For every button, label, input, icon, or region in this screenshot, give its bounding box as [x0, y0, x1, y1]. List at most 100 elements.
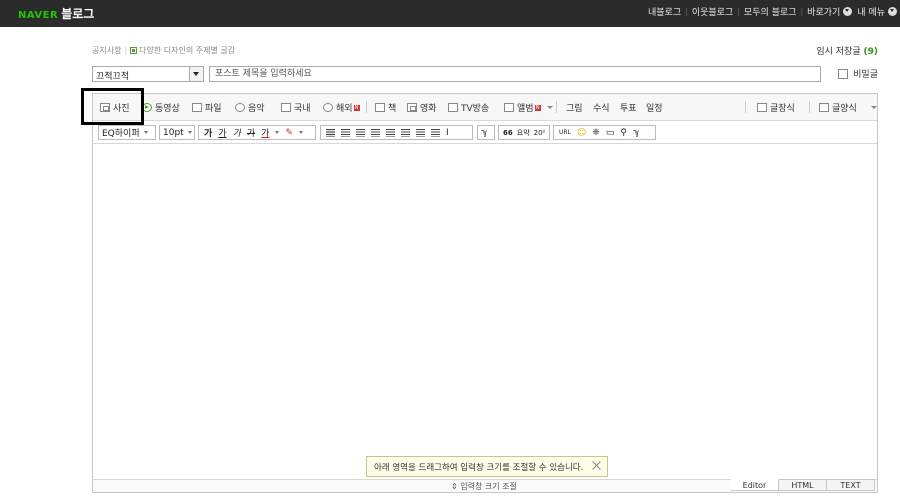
- tab-text[interactable]: TEXT: [827, 479, 875, 491]
- music-button[interactable]: 음악: [235, 101, 265, 114]
- chevron-down-icon[interactable]: [298, 131, 303, 134]
- template-more-arrow-icon[interactable]: [871, 106, 877, 109]
- close-icon[interactable]: [592, 461, 602, 471]
- editor-mode-tabs: Editor HTML TEXT: [731, 479, 875, 491]
- bullet-list-icon[interactable]: [401, 128, 410, 137]
- schedule-label: 일정: [646, 104, 663, 114]
- album-button[interactable]: 앨범 N: [504, 101, 541, 114]
- logo-naver: NAVER: [18, 10, 59, 21]
- notice-separator: |: [124, 46, 128, 55]
- abbr-button[interactable]: 요약: [517, 128, 530, 138]
- tab-editor[interactable]: Editor: [731, 479, 779, 491]
- toolbar-divider: [809, 101, 810, 113]
- overseas-place-button[interactable]: 해외 N: [323, 101, 360, 114]
- notice-topic-link[interactable]: 다양한 디자인의 주제별 글감: [139, 46, 235, 55]
- align-left-icon[interactable]: [326, 128, 335, 137]
- toolbar-divider: [556, 101, 557, 113]
- nav-shortcut[interactable]: 바로가기: [807, 5, 840, 18]
- emoticon-icon[interactable]: ☺: [577, 128, 586, 138]
- numbered-list-icon[interactable]: [386, 128, 395, 137]
- attach-toolbar: 사진 동영상 파일 음악 국내 해외 N 책 영화 TV방송 앨범 N 그림 수식 …: [93, 94, 877, 121]
- resize-label: ⇕ 입력창 크기 조절: [451, 482, 517, 491]
- notice-label[interactable]: 공지사항: [92, 46, 121, 55]
- chevron-down-icon[interactable]: [275, 131, 280, 134]
- tv-button[interactable]: TV방송: [448, 101, 489, 114]
- tv-icon: [448, 103, 458, 112]
- indent-icon[interactable]: [431, 128, 440, 137]
- schedule-button[interactable]: 일정: [646, 101, 663, 114]
- quote-button[interactable]: 66: [503, 129, 513, 137]
- more-arrow-icon[interactable]: [547, 106, 553, 109]
- domestic-place-button[interactable]: 국내: [281, 101, 311, 114]
- chevron-down-icon: [187, 131, 192, 134]
- format-toolbar: EQ하이퍼 10pt 가 가 가 가 가 ✎ Ⅰ ℽ 66 요약 20² URL…: [93, 122, 877, 144]
- my-menu-dropdown-icon[interactable]: [888, 7, 897, 16]
- post-title-input[interactable]: 포스트 제목을 입력하세요: [209, 66, 821, 82]
- search-icon[interactable]: ⚲: [620, 128, 627, 138]
- secret-checkbox[interactable]: [838, 68, 849, 79]
- secret-label: 비밀글: [853, 70, 878, 80]
- strike-button[interactable]: 가: [247, 126, 255, 139]
- align-center-icon[interactable]: [341, 128, 350, 137]
- url-button[interactable]: URL: [559, 129, 571, 136]
- spellcheck-button[interactable]: ℽ: [477, 125, 495, 140]
- temp-save-link[interactable]: 임시 저장글 (9): [816, 44, 878, 57]
- resize-hint-text: 아래 영역을 드래그하여 입력창 크기를 조절할 수 있습니다.: [374, 462, 584, 473]
- category-select[interactable]: 끄적끄적: [92, 66, 204, 82]
- nav-my-menu[interactable]: 내 메뉴: [857, 5, 885, 18]
- movie-icon: [407, 103, 417, 112]
- highlight-color-icon[interactable]: ✎: [285, 128, 293, 138]
- topic-checkbox-icon: [130, 47, 138, 54]
- video-button[interactable]: 동영상: [142, 101, 180, 114]
- formula-button[interactable]: 수식: [593, 101, 610, 114]
- resize-hint-tooltip: 아래 영역을 드래그하여 입력창 크기를 조절할 수 있습니다.: [366, 456, 608, 477]
- spell-icon[interactable]: ℽ: [633, 128, 640, 138]
- font-size-select[interactable]: 10pt: [159, 125, 195, 140]
- draw-button[interactable]: 그림: [566, 101, 583, 114]
- category-value: 끄적끄적: [96, 72, 130, 82]
- shortcut-dropdown-icon[interactable]: [843, 7, 853, 16]
- tab-html[interactable]: HTML: [779, 479, 827, 491]
- new-badge-icon: N: [353, 104, 360, 111]
- naver-blog-logo[interactable]: NAVER 블로그: [18, 5, 94, 22]
- book-button[interactable]: 책: [375, 101, 396, 114]
- resize-handle[interactable]: ⇕ 입력창 크기 조절 Editor HTML TEXT: [93, 479, 877, 492]
- formula-label: 수식: [593, 104, 610, 114]
- overseas-label: 해외: [336, 104, 353, 114]
- line-height-icon[interactable]: Ⅰ: [446, 128, 449, 138]
- music-icon: [235, 103, 245, 112]
- superscript-button[interactable]: 20²: [534, 129, 546, 137]
- font-family-select[interactable]: EQ하이퍼: [98, 125, 156, 140]
- align-justify-icon[interactable]: [371, 128, 380, 137]
- vote-button[interactable]: 투표: [620, 101, 637, 114]
- align-right-icon[interactable]: [356, 128, 365, 137]
- template-button[interactable]: 글양식: [819, 101, 857, 114]
- editor-body[interactable]: [93, 145, 877, 474]
- nav-neighbor-blog[interactable]: 이웃블로그: [692, 5, 733, 18]
- write-style-button[interactable]: 글장식: [757, 101, 795, 114]
- nav-all-blogs[interactable]: 모두의 블로그: [744, 5, 797, 18]
- globe-icon: [323, 103, 333, 112]
- underline-button[interactable]: 가: [218, 126, 226, 139]
- movie-label: 영화: [420, 104, 437, 114]
- file-button[interactable]: 파일: [192, 101, 222, 114]
- toolbar-divider: [366, 101, 367, 113]
- nav-my-blog[interactable]: 내블로그: [648, 5, 681, 18]
- text-style-group: 가 가 가 가 가 ✎: [198, 125, 316, 140]
- template-icon: [819, 103, 829, 112]
- chevron-down-icon: [143, 131, 148, 134]
- chevron-down-icon[interactable]: [189, 67, 203, 81]
- italic-button[interactable]: 가: [233, 126, 241, 139]
- movie-button[interactable]: 영화: [407, 101, 437, 114]
- bold-button[interactable]: 가: [204, 126, 212, 139]
- font-size-value: 10pt: [163, 127, 184, 138]
- secret-post-option[interactable]: 비밀글: [838, 67, 878, 80]
- table-icon[interactable]: ▭: [606, 128, 615, 138]
- outdent-icon[interactable]: [416, 128, 425, 137]
- book-label: 책: [388, 104, 397, 114]
- font-color-button[interactable]: 가: [261, 126, 269, 139]
- album-label: 앨범: [517, 104, 534, 114]
- draw-label: 그림: [566, 104, 583, 114]
- temp-save-count: (9): [863, 47, 879, 57]
- special-char-icon[interactable]: ❈: [592, 128, 600, 138]
